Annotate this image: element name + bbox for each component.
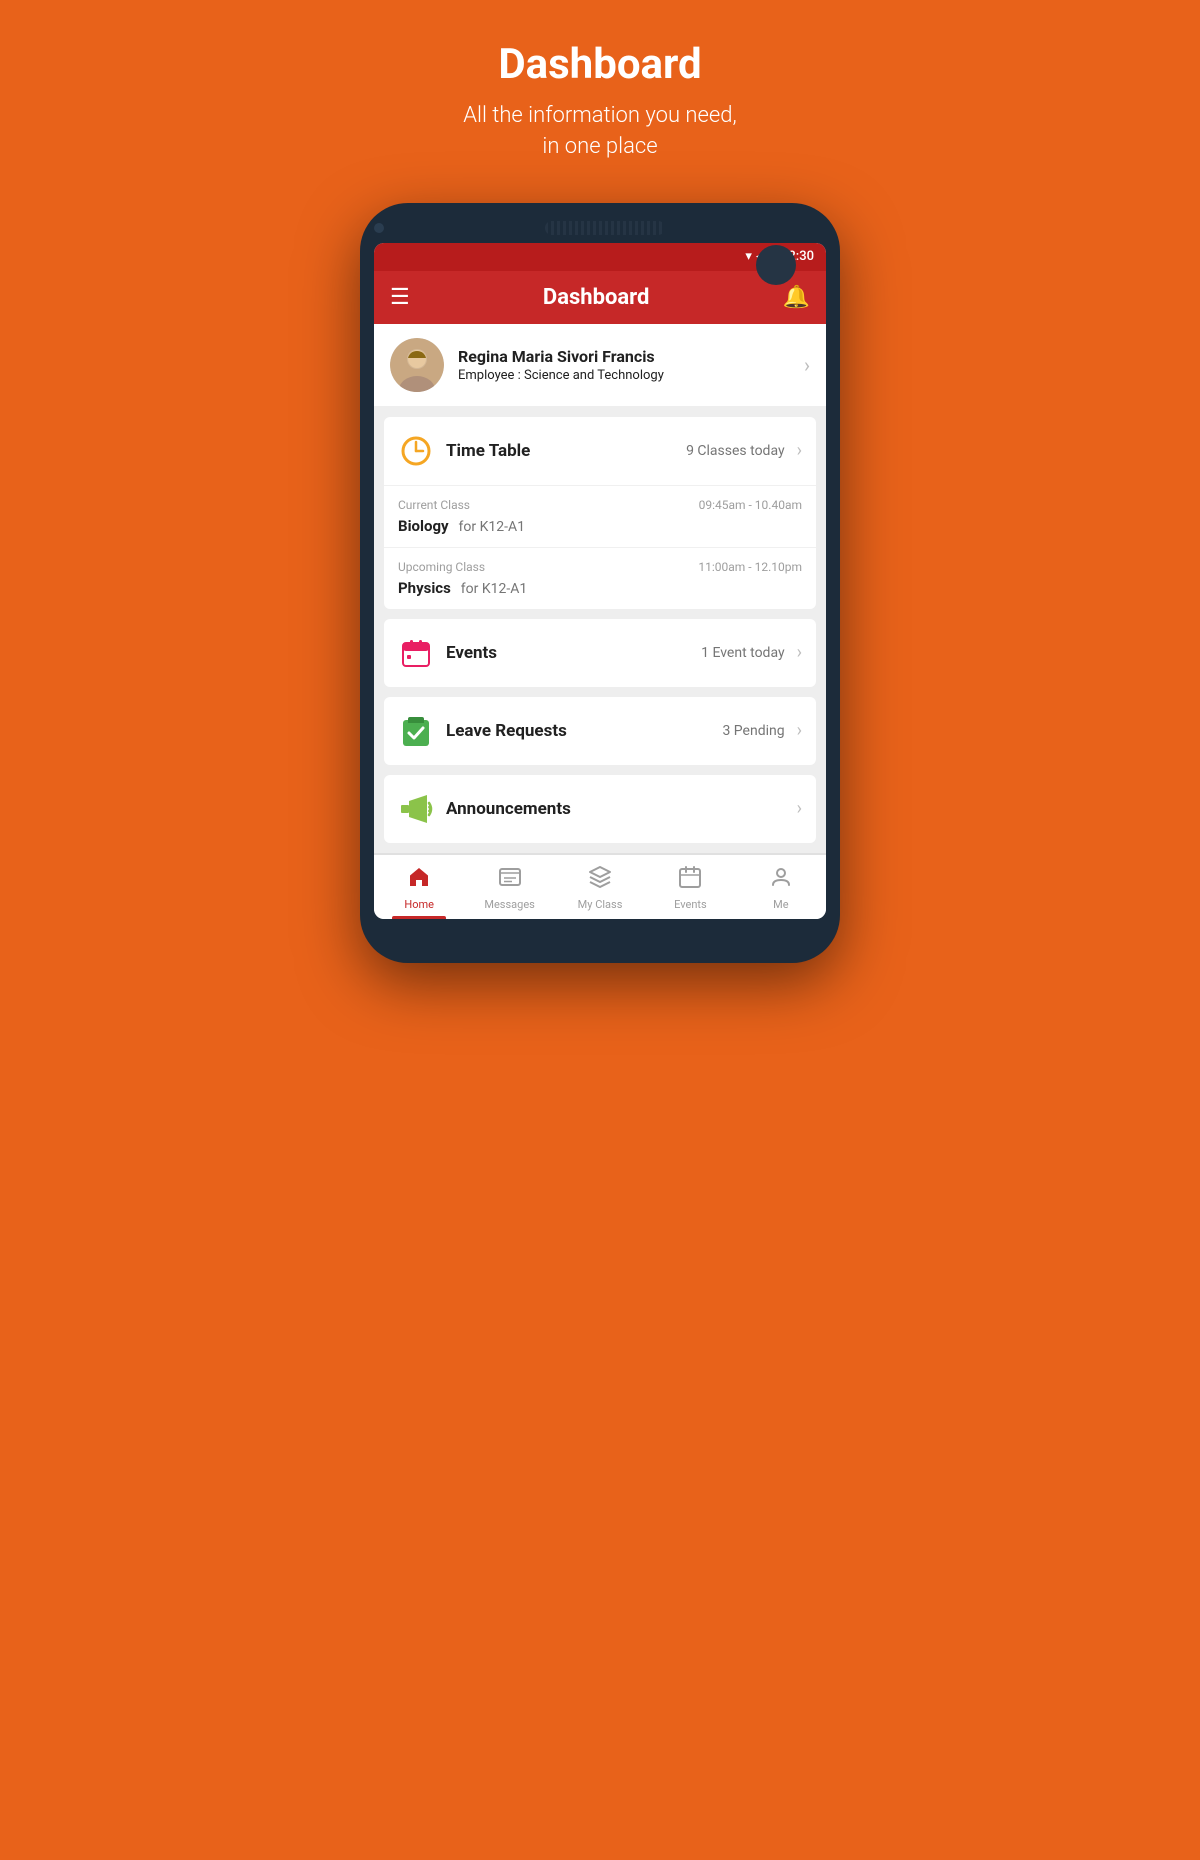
phone-bottom [374,919,826,939]
current-class-time: 09:45am - 10.40am [699,498,802,512]
messages-icon [498,865,522,895]
leave-requests-subtitle: 3 Pending [722,723,784,739]
announcements-card[interactable]: Announcements › [384,775,816,843]
leave-requests-title: Leave Requests [446,721,710,741]
bell-icon[interactable]: 🔔 [783,285,810,310]
timetable-card[interactable]: Time Table 9 Classes today › Current Cla… [384,417,816,609]
leave-requests-card[interactable]: Leave Requests 3 Pending › [384,697,816,765]
upcoming-class-time: 11:00am - 12.10pm [698,560,802,574]
nav-label-myclass: My Class [578,898,623,911]
app-header: ☰ Dashboard 🔔 [374,271,826,324]
nav-item-home[interactable]: Home [374,855,464,919]
app-title: Dashboard [543,285,650,310]
announcements-chevron-icon: › [797,798,802,819]
current-class-subject-line: Biology for K12-A1 [398,516,802,535]
timetable-chevron-icon: › [797,440,802,461]
bg-subtitle: All the information you need, in one pla… [463,101,736,163]
timetable-subtitle: 9 Classes today [686,443,785,459]
upcoming-class-row[interactable]: Upcoming Class 11:00am - 12.10pm Physics… [384,547,816,609]
upcoming-class-group: for K12-A1 [461,581,527,597]
bottom-nav: Home Messages [374,853,826,919]
timetable-header[interactable]: Time Table 9 Classes today › [384,417,816,485]
profile-card[interactable]: Regina Maria Sivori Francis Employee : S… [374,324,826,407]
current-class-subject: Biology [398,517,449,535]
camera-dot-right [756,245,796,285]
events-title: Events [446,643,689,663]
events-card[interactable]: Events 1 Event today › [384,619,816,687]
speaker-grille [545,221,665,235]
current-class-label: Current Class [398,498,470,512]
nav-item-me[interactable]: Me [736,855,826,919]
nav-item-events[interactable]: Events [645,855,735,919]
events-header[interactable]: Events 1 Event today › [384,619,816,687]
nav-label-events: Events [674,898,707,911]
profile-name: Regina Maria Sivori Francis [458,347,790,366]
phone-screen: ▾ ◀ ▮ 12:30 ☰ Dashboard 🔔 [374,243,826,919]
announcements-title: Announcements [446,799,785,819]
bg-title: Dashboard [463,40,736,89]
current-class-row[interactable]: Current Class 09:45am - 10.40am Biology … [384,485,816,547]
upcoming-class-label: Upcoming Class [398,560,485,574]
leave-requests-chevron-icon: › [797,720,802,741]
events-nav-icon [678,865,702,895]
upcoming-class-subject-line: Physics for K12-A1 [398,578,802,597]
me-icon [769,865,793,895]
avatar [390,338,444,392]
page-background-header: Dashboard All the information you need, … [463,40,736,163]
nav-label-home: Home [404,898,434,911]
nav-label-me: Me [773,898,788,911]
calendar-icon [398,635,434,671]
announcements-icon [398,791,434,827]
nav-label-messages: Messages [484,898,534,911]
phone-frame: ▾ ◀ ▮ 12:30 ☰ Dashboard 🔔 [360,203,840,963]
profile-chevron-icon: › [804,353,810,377]
profile-info: Regina Maria Sivori Francis Employee : S… [458,347,790,383]
events-chevron-icon: › [797,642,802,663]
content-area: Time Table 9 Classes today › Current Cla… [374,407,826,853]
clock-icon [398,433,434,469]
leave-icon [398,713,434,749]
current-class-group: for K12-A1 [459,519,525,535]
menu-icon[interactable]: ☰ [390,285,410,310]
upcoming-class-subject: Physics [398,579,451,597]
home-icon [407,865,431,895]
nav-item-myclass[interactable]: My Class [555,855,645,919]
timetable-title: Time Table [446,441,674,461]
events-subtitle: 1 Event today [701,645,784,661]
profile-role: Employee : Science and Technology [458,368,790,383]
leave-requests-header[interactable]: Leave Requests 3 Pending › [384,697,816,765]
nav-item-messages[interactable]: Messages [464,855,554,919]
camera-dot-left [374,223,384,233]
announcements-header[interactable]: Announcements › [384,775,816,843]
myclass-icon [588,865,612,895]
wifi-icon: ▾ [745,249,752,264]
